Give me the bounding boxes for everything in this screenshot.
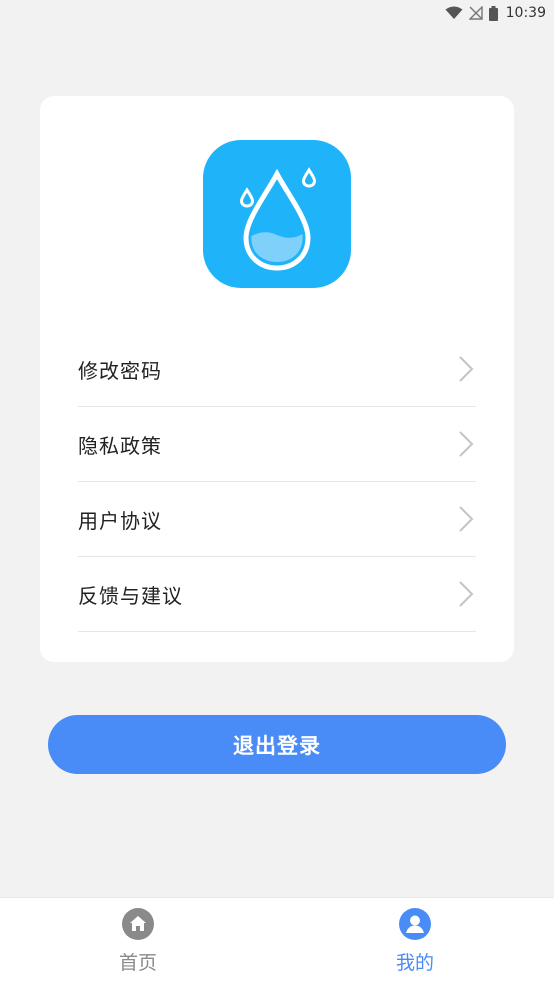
status-time: 10:39 [505, 5, 546, 21]
tab-mine-label: 我的 [395, 952, 434, 974]
battery-icon [488, 5, 498, 21]
chevron-right-icon [459, 356, 474, 382]
home-icon [122, 908, 154, 940]
status-bar: 10:39 [0, 0, 554, 26]
chevron-right-icon [459, 506, 474, 532]
app-logo [203, 140, 351, 288]
menu-item-change-password[interactable]: 修改密码 [78, 332, 476, 407]
menu-item-label: 反馈与建议 [78, 583, 183, 608]
tab-bar: 首页 我的 [0, 897, 554, 986]
menu-item-label: 修改密码 [78, 358, 162, 383]
wifi-icon [445, 6, 463, 20]
tab-mine[interactable]: 我的 [355, 908, 475, 980]
tab-home[interactable]: 首页 [78, 908, 198, 980]
menu-item-privacy-policy[interactable]: 隐私政策 [78, 407, 476, 482]
chevron-right-icon [459, 431, 474, 457]
menu-item-user-agreement[interactable]: 用户协议 [78, 482, 476, 557]
user-icon [399, 908, 431, 940]
tab-home-label: 首页 [118, 952, 157, 974]
logout-button[interactable]: 退出登录 [48, 715, 506, 774]
menu-list: 修改密码 隐私政策 用户协议 反馈与建议 [78, 332, 476, 632]
menu-item-label: 隐私政策 [78, 433, 162, 458]
chevron-right-icon [459, 581, 474, 607]
menu-item-label: 用户协议 [78, 508, 162, 533]
settings-card: 修改密码 隐私政策 用户协议 反馈与建议 [40, 96, 514, 662]
no-signal-icon [468, 6, 483, 20]
water-drop-icon [239, 167, 317, 271]
menu-item-feedback[interactable]: 反馈与建议 [78, 557, 476, 632]
screen: 10:39 修改密码 隐私政策 用户协议 反馈与建议 退出登录 首页 我的 [0, 0, 554, 986]
